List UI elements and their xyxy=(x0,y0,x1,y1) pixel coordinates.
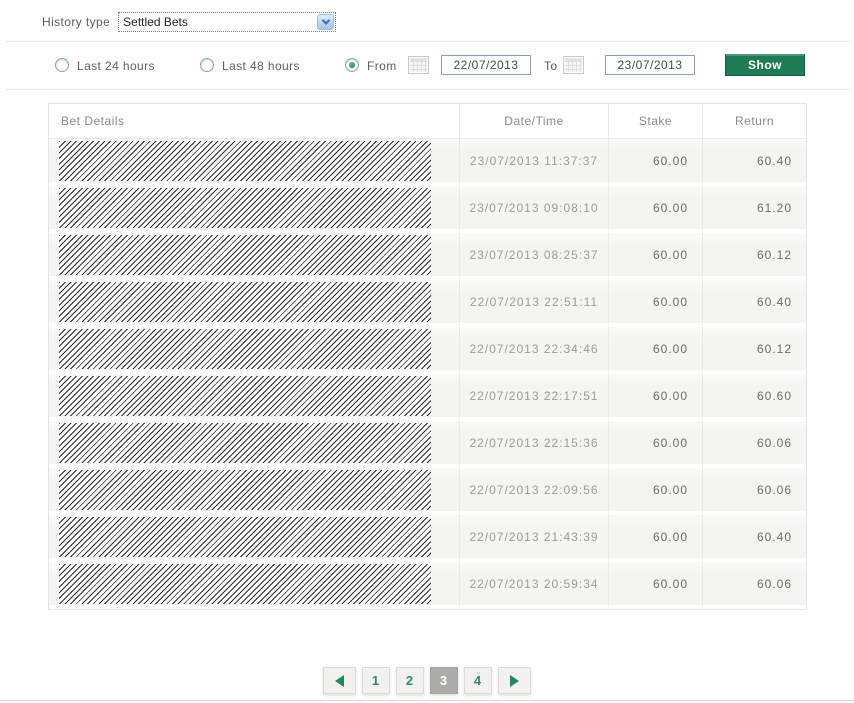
redacted-bet-details xyxy=(59,517,431,557)
radio-from[interactable] xyxy=(345,58,359,72)
bet-details-cell xyxy=(49,374,459,421)
header-date-time: Date/Time xyxy=(459,104,608,139)
bet-details-cell xyxy=(49,515,459,562)
divider-top xyxy=(6,41,849,42)
bet-details-cell xyxy=(49,327,459,374)
bet-details-cell xyxy=(49,139,459,186)
divider-mid xyxy=(6,89,849,90)
bet-details-cell xyxy=(49,562,459,609)
return-cell: 60.60 xyxy=(702,374,806,421)
stake-cell: 60.00 xyxy=(608,280,702,327)
stake-cell: 60.00 xyxy=(608,233,702,280)
radio-last-24-hours[interactable] xyxy=(55,58,69,72)
page-button[interactable]: 1 xyxy=(362,667,390,694)
previous-page-button[interactable] xyxy=(323,667,356,694)
radio-last-24-hours-label[interactable]: Last 24 hours xyxy=(77,59,155,73)
history-type-row: History type Settled Bets xyxy=(42,12,336,32)
right-triangle-icon xyxy=(510,675,519,687)
history-type-selected-value: Settled Bets xyxy=(119,15,316,29)
return-cell: 60.40 xyxy=(702,515,806,562)
page-button[interactable]: 2 xyxy=(396,667,424,694)
table-row: 22/07/2013 22:17:51 60.00 60.60 xyxy=(49,374,806,421)
redacted-bet-details xyxy=(59,564,431,604)
calendar-icon[interactable] xyxy=(563,56,584,74)
return-cell: 60.06 xyxy=(702,421,806,468)
bet-details-cell xyxy=(49,233,459,280)
bet-details-cell xyxy=(49,468,459,515)
redacted-bet-details xyxy=(59,188,431,228)
redacted-bet-details xyxy=(59,282,431,322)
radio-last-48-hours[interactable] xyxy=(200,58,214,72)
bet-details-cell xyxy=(49,421,459,468)
date-time-cell: 22/07/2013 21:43:39 xyxy=(459,515,608,562)
chevron-down-icon[interactable] xyxy=(317,14,334,30)
return-cell: 61.20 xyxy=(702,186,806,233)
table-row: 22/07/2013 22:51:11 60.00 60.40 xyxy=(49,280,806,327)
return-cell: 60.40 xyxy=(702,280,806,327)
stake-cell: 60.00 xyxy=(608,562,702,609)
table-row: 22/07/2013 22:34:46 60.00 60.12 xyxy=(49,327,806,374)
stake-cell: 60.00 xyxy=(608,374,702,421)
header-bet-details: Bet Details xyxy=(49,104,459,139)
redacted-bet-details xyxy=(59,141,431,181)
left-triangle-icon xyxy=(335,675,344,687)
return-cell: 60.06 xyxy=(702,562,806,609)
bet-details-cell xyxy=(49,186,459,233)
calendar-icon[interactable] xyxy=(408,56,429,74)
page-button[interactable]: 4 xyxy=(464,667,492,694)
page-button[interactable]: 3 xyxy=(430,667,458,694)
to-date-input[interactable] xyxy=(605,55,695,75)
date-time-cell: 22/07/2013 22:15:36 xyxy=(459,421,608,468)
header-return: Return xyxy=(702,104,806,139)
redacted-bet-details xyxy=(59,423,431,463)
history-type-select[interactable]: Settled Bets xyxy=(118,12,336,32)
table-row: 22/07/2013 21:43:39 60.00 60.40 xyxy=(49,515,806,562)
bets-table: Bet Details Date/Time Stake Return 23/07… xyxy=(48,103,807,610)
table-row: 22/07/2013 22:09:56 60.00 60.06 xyxy=(49,468,806,515)
redacted-bet-details xyxy=(59,329,431,369)
date-time-cell: 22/07/2013 20:59:34 xyxy=(459,562,608,609)
bet-history-page: History type Settled Bets Last 24 hours … xyxy=(0,0,854,703)
radio-last-48-hours-label[interactable]: Last 48 hours xyxy=(222,59,300,73)
return-cell: 60.12 xyxy=(702,233,806,280)
date-time-cell: 23/07/2013 11:37:37 xyxy=(459,139,608,186)
stake-cell: 60.00 xyxy=(608,515,702,562)
table-row: 22/07/2013 20:59:34 60.00 60.06 xyxy=(49,562,806,609)
history-type-label: History type xyxy=(42,15,110,29)
stake-cell: 60.00 xyxy=(608,186,702,233)
header-stake: Stake xyxy=(608,104,702,139)
stake-cell: 60.00 xyxy=(608,421,702,468)
from-date-input[interactable] xyxy=(441,55,531,75)
radio-from-label[interactable]: From xyxy=(367,59,397,73)
redacted-bet-details xyxy=(59,470,431,510)
next-page-button[interactable] xyxy=(498,667,531,694)
table-row: 23/07/2013 09:08:10 60.00 61.20 xyxy=(49,186,806,233)
show-button[interactable]: Show xyxy=(725,54,805,76)
return-cell: 60.06 xyxy=(702,468,806,515)
table-row: 23/07/2013 08:25:37 60.00 60.12 xyxy=(49,233,806,280)
pagination: 1 2 3 4 xyxy=(48,667,805,694)
stake-cell: 60.00 xyxy=(608,468,702,515)
redacted-bet-details xyxy=(59,376,431,416)
divider-bottom xyxy=(0,700,854,701)
date-time-cell: 22/07/2013 22:51:11 xyxy=(459,280,608,327)
return-cell: 60.12 xyxy=(702,327,806,374)
date-time-cell: 23/07/2013 08:25:37 xyxy=(459,233,608,280)
filter-row: Last 24 hours Last 48 hours From To Show xyxy=(0,48,854,88)
date-time-cell: 22/07/2013 22:34:46 xyxy=(459,327,608,374)
bet-details-cell xyxy=(49,280,459,327)
date-time-cell: 22/07/2013 22:17:51 xyxy=(459,374,608,421)
return-cell: 60.40 xyxy=(702,139,806,186)
stake-cell: 60.00 xyxy=(608,327,702,374)
to-label: To xyxy=(544,59,557,73)
table-row: 22/07/2013 22:15:36 60.00 60.06 xyxy=(49,421,806,468)
stake-cell: 60.00 xyxy=(608,139,702,186)
date-time-cell: 22/07/2013 22:09:56 xyxy=(459,468,608,515)
table-row: 23/07/2013 11:37:37 60.00 60.40 xyxy=(49,139,806,186)
redacted-bet-details xyxy=(59,235,431,275)
table-header-row: Bet Details Date/Time Stake Return xyxy=(49,104,806,139)
date-time-cell: 23/07/2013 09:08:10 xyxy=(459,186,608,233)
